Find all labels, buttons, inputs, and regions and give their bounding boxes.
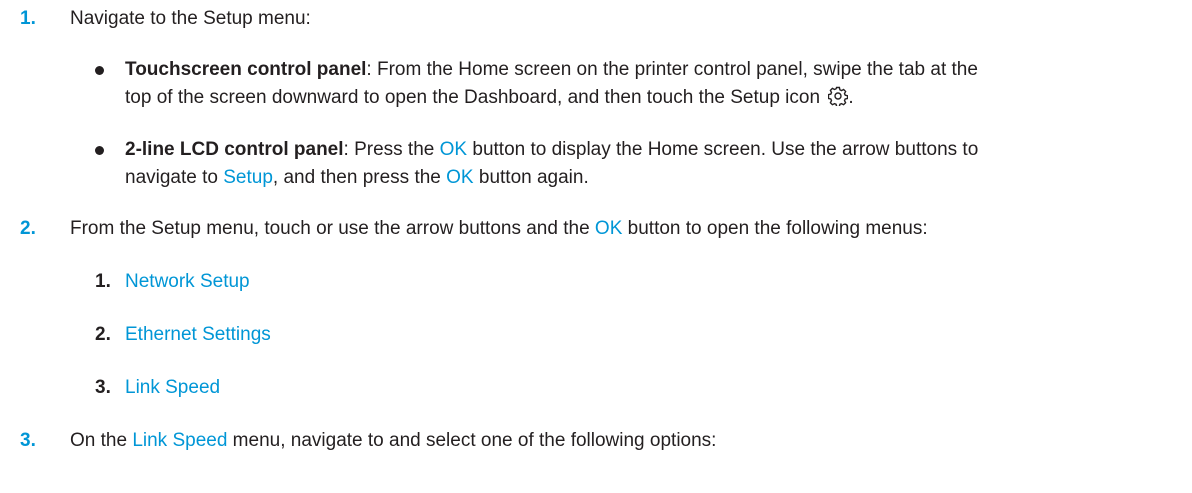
setup-link[interactable]: Setup xyxy=(223,167,273,188)
step-3-number: 3. xyxy=(20,430,36,451)
menu-link-speed[interactable]: Link Speed xyxy=(125,375,220,401)
bullet-lcd-line-1: 2-line LCD control panel: Press the OK b… xyxy=(125,137,978,163)
touchscreen-text-end: . xyxy=(848,87,854,108)
step-3-text-b: menu, navigate to and select one of the … xyxy=(227,430,717,451)
gear-icon xyxy=(828,86,849,114)
lcd-title: 2-line LCD control panel xyxy=(125,139,344,160)
bullet-touchscreen-line-2: top of the screen downward to open the D… xyxy=(125,85,854,114)
lcd-text-1b: button to display the Home screen. Use t… xyxy=(467,139,979,160)
step-2-text-a: From the Setup menu, touch or use the ar… xyxy=(70,218,595,239)
ok-button-link[interactable]: OK xyxy=(446,167,473,188)
touchscreen-text-1: : From the Home screen on the printer co… xyxy=(366,59,978,80)
lcd-text-2a: navigate to xyxy=(125,167,224,188)
step-1-text: Navigate to the Setup menu: xyxy=(70,8,311,29)
bullet-dot xyxy=(95,146,104,155)
bullet-dot xyxy=(95,66,104,75)
menu-ethernet-settings[interactable]: Ethernet Settings xyxy=(125,322,271,348)
bullet-lcd-line-2: navigate to Setup, and then press the OK… xyxy=(125,165,589,191)
substep-number: 3. xyxy=(95,377,111,398)
touchscreen-title: Touchscreen control panel xyxy=(125,59,367,80)
lcd-text-2b: , and then press the xyxy=(272,167,447,188)
step-2-text-b: button to open the following menus: xyxy=(622,218,928,239)
step-2-number: 2. xyxy=(20,218,36,239)
substep-number: 2. xyxy=(95,324,111,345)
menu-network-setup[interactable]: Network Setup xyxy=(125,269,250,295)
ok-button-link[interactable]: OK xyxy=(440,139,467,160)
step-2-text: From the Setup menu, touch or use the ar… xyxy=(70,216,928,242)
bullet-touchscreen-line-1: Touchscreen control panel: From the Home… xyxy=(125,57,978,83)
substep-number: 1. xyxy=(95,271,111,292)
step-1-number: 1. xyxy=(20,8,36,29)
step-3-text-a: On the xyxy=(70,430,133,451)
ok-button-link[interactable]: OK xyxy=(595,218,622,239)
link-speed-link[interactable]: Link Speed xyxy=(132,430,227,451)
step-3-text: On the Link Speed menu, navigate to and … xyxy=(70,428,716,454)
touchscreen-text-2: top of the screen downward to open the D… xyxy=(125,87,826,108)
lcd-text-2c: button again. xyxy=(473,167,589,188)
lcd-text-1a: : Press the xyxy=(343,139,440,160)
